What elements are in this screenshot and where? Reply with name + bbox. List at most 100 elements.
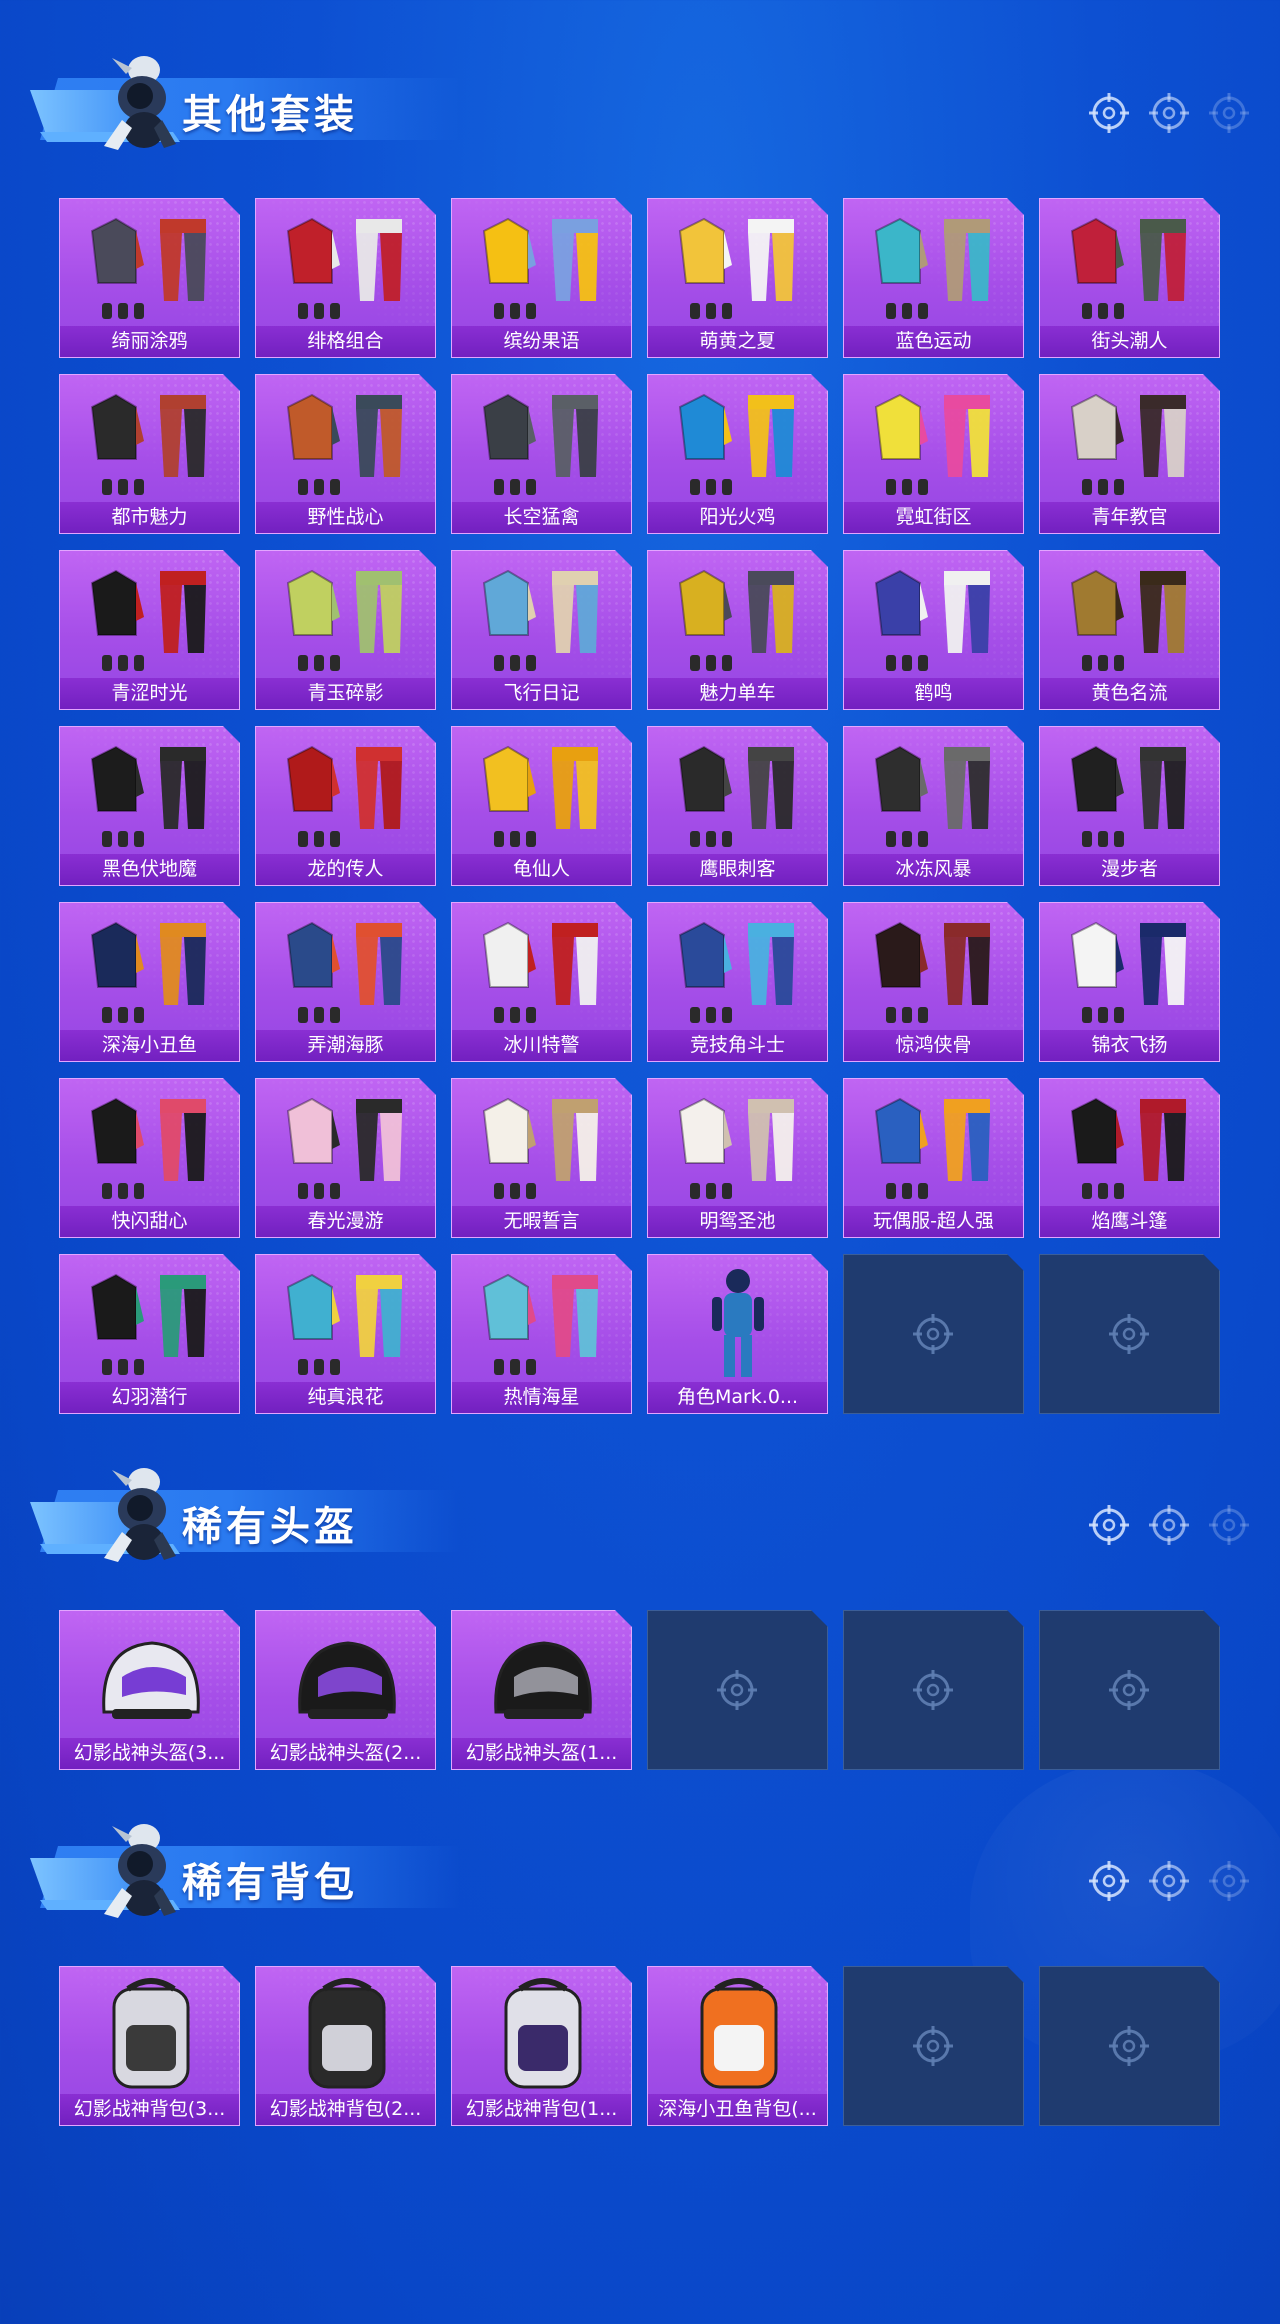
item-card[interactable]: 纯真浪花 [255,1254,436,1414]
item-card[interactable]: 焰鹰斗篷 [1039,1078,1220,1238]
header-decor-icons [1088,92,1250,134]
item-card[interactable]: 明鸳圣池 [647,1078,828,1238]
item-card[interactable]: 幻影战神背包(2... [255,1966,436,2126]
item-thumbnail [1054,909,1207,1029]
item-label: 青玉碎影 [256,678,435,709]
item-card[interactable]: 霓虹街区 [843,374,1024,534]
item-card[interactable]: 蓝色运动 [843,198,1024,358]
item-card[interactable]: 鹰眼刺客 [647,726,828,886]
item-thumbnail [1054,205,1207,325]
item-card[interactable]: 弄潮海豚 [255,902,436,1062]
item-label: 明鸳圣池 [648,1206,827,1237]
section-title: 稀有头盔 [182,1504,358,1550]
item-thumbnail [466,1085,619,1205]
item-card[interactable]: 深海小丑鱼 [59,902,240,1062]
item-card[interactable]: 幻影战神头盔(2... [255,1610,436,1770]
item-thumbnail [662,1085,815,1205]
outfit-icon [1070,745,1186,847]
item-card[interactable]: 冰川特警 [451,902,632,1062]
item-card[interactable]: 野性战心 [255,374,436,534]
item-thumbnail [858,1085,1011,1205]
item-card[interactable]: 绯格组合 [255,198,436,358]
item-card[interactable]: 幻影战神头盔(1... [451,1610,632,1770]
item-card[interactable]: 幻影战神头盔(3... [59,1610,240,1770]
outfit-icon [678,217,794,319]
outfit-icon [874,921,990,1023]
item-card[interactable]: 幻羽潜行 [59,1254,240,1414]
crosshair-icon [1149,1861,1189,1901]
item-card[interactable]: 街头潮人 [1039,198,1220,358]
item-thumbnail [858,733,1011,853]
item-thumbnail [270,1261,423,1381]
item-card[interactable]: 萌黄之夏 [647,198,828,358]
item-card[interactable]: 阳光火鸡 [647,374,828,534]
section-header: 其他套装 [30,50,460,160]
item-thumbnail [466,1973,619,2093]
item-card[interactable]: 玩偶服-超人强 [843,1078,1024,1238]
item-thumbnail [74,733,227,853]
item-thumbnail [858,909,1011,1029]
item-card[interactable]: 龙的传人 [255,726,436,886]
outfit-icon [678,569,794,671]
item-label: 深海小丑鱼 [60,1030,239,1061]
item-card[interactable]: 青涩时光 [59,550,240,710]
item-card[interactable]: 冰冻风暴 [843,726,1024,886]
item-card[interactable]: 长空猛禽 [451,374,632,534]
crosshair-icon [1088,92,1130,134]
item-thumbnail [74,557,227,677]
crosshair-icon [913,2026,953,2066]
item-label: 无暇誓言 [452,1206,631,1237]
item-card[interactable]: 深海小丑鱼背包(... [647,1966,828,2126]
outfit-icon [874,745,990,847]
item-label: 萌黄之夏 [648,326,827,357]
item-card[interactable]: 锦衣飞扬 [1039,902,1220,1062]
item-card[interactable]: 春光漫游 [255,1078,436,1238]
item-label: 街头潮人 [1040,326,1219,357]
item-card[interactable]: 无暇誓言 [451,1078,632,1238]
item-card[interactable]: 青年教官 [1039,374,1220,534]
item-card[interactable]: 热情海星 [451,1254,632,1414]
item-card[interactable]: 惊鸿侠骨 [843,902,1024,1062]
item-thumbnail [74,1973,227,2093]
crosshair-icon [1209,1861,1249,1901]
crosshair-icon [1108,2025,1154,2071]
item-card[interactable]: 漫步者 [1039,726,1220,886]
item-thumbnail [1054,557,1207,677]
section-rare-backpacks: 稀有背包 幻影战神背包(3... 幻影战神背包(2... 幻影战神背包(1...… [0,1818,1280,2126]
item-thumbnail [270,1617,423,1737]
outfit-icon [286,745,402,847]
item-label: 黑色伏地魔 [60,854,239,885]
header-mascot [92,1818,182,1928]
item-card[interactable]: 龟仙人 [451,726,632,886]
item-card[interactable]: 飞行日记 [451,550,632,710]
item-label: 冰冻风暴 [844,854,1023,885]
item-card[interactable]: 角色Mark.0... [647,1254,828,1414]
section-title: 其他套装 [182,92,358,138]
item-card[interactable]: 快闪甜心 [59,1078,240,1238]
item-card[interactable]: 鹤鸣 [843,550,1024,710]
item-card[interactable]: 黑色伏地魔 [59,726,240,886]
item-card[interactable]: 竞技角斗士 [647,902,828,1062]
item-card[interactable]: 幻影战神背包(3... [59,1966,240,2126]
outfit-icon [874,1097,990,1199]
item-thumbnail [858,205,1011,325]
item-label: 冰川特警 [452,1030,631,1061]
item-thumbnail [662,1973,815,2093]
item-card[interactable]: 绮丽涂鸦 [59,198,240,358]
item-label: 蓝色运动 [844,326,1023,357]
item-card[interactable]: 幻影战神背包(1... [451,1966,632,2126]
item-thumbnail [74,381,227,501]
item-label: 龟仙人 [452,854,631,885]
crosshair-icon [1208,1504,1250,1546]
item-thumbnail [662,381,815,501]
crosshair-icon [1209,1505,1249,1545]
item-thumbnail [270,557,423,677]
item-label: 青年教官 [1040,502,1219,533]
section-title: 稀有背包 [182,1860,358,1906]
item-card[interactable]: 都市魅力 [59,374,240,534]
item-card[interactable]: 青玉碎影 [255,550,436,710]
item-card[interactable]: 黄色名流 [1039,550,1220,710]
outfit-icon [90,393,206,495]
item-card[interactable]: 缤纷果语 [451,198,632,358]
item-card[interactable]: 魅力单车 [647,550,828,710]
